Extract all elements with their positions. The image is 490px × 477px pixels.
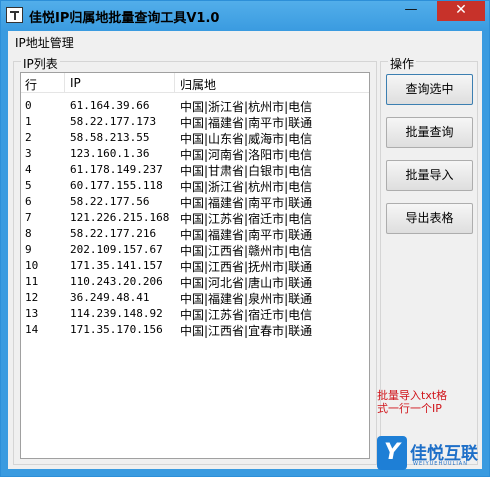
row-index: 8	[25, 227, 32, 240]
watermark-logo-icon: Y	[377, 436, 407, 470]
row-location: 中国|江西省|赣州市|电信	[180, 244, 313, 258]
row-location: 中国|江苏省|宿迁市|电信	[180, 212, 313, 226]
row-ip: 123.160.1.36	[70, 147, 150, 160]
table-row[interactable]: 4 61.178.149.237 中国|甘肃省|白银市|电信	[21, 162, 369, 178]
window-title: 佳悦IP归属地批量查询工具V1.0	[29, 11, 220, 26]
row-ip: 202.109.157.67	[70, 243, 163, 256]
table-row[interactable]: 3 123.160.1.36 中国|河南省|洛阳市|电信	[21, 146, 369, 162]
row-location: 中国|河南省|洛阳市|电信	[180, 148, 313, 162]
row-ip: 61.178.149.237	[70, 163, 163, 176]
table-row[interactable]: 13 114.239.148.92 中国|江苏省|宿迁市|电信	[21, 306, 369, 322]
column-header-row[interactable]: 行	[25, 76, 37, 93]
row-location: 中国|福建省|南平市|联通	[180, 116, 313, 130]
title-bar[interactable]: 佳悦IP归属地批量查询工具V1.0 — ✕	[1, 1, 489, 31]
ip-list-legend: IP列表	[21, 55, 60, 72]
row-location: 中国|甘肃省|白银市|电信	[180, 164, 313, 178]
column-header-location[interactable]: 归属地	[180, 76, 216, 93]
app-icon	[6, 7, 23, 23]
row-location: 中国|江苏省|宿迁市|电信	[180, 308, 313, 322]
table-row[interactable]: 7 121.226.215.168 中国|江苏省|宿迁市|电信	[21, 210, 369, 226]
row-index: 3	[25, 147, 32, 160]
row-ip: 58.22.177.56	[70, 195, 150, 208]
row-ip: 121.226.215.168	[70, 211, 170, 224]
operations-legend: 操作	[388, 55, 417, 72]
header-divider[interactable]	[174, 73, 175, 93]
list-rows: 0 61.164.39.66 中国|浙江省|杭州市|电信 1 58.22.177.173…	[21, 98, 369, 338]
table-row[interactable]: 0 61.164.39.66 中国|浙江省|杭州市|电信	[21, 98, 369, 114]
row-location: 中国|福建省|南平市|联通	[180, 228, 313, 242]
row-ip: 58.58.213.55	[70, 131, 150, 144]
row-index: 5	[25, 179, 32, 192]
table-row[interactable]: 1 58.22.177.173 中国|福建省|南平市|联通	[21, 114, 369, 130]
row-ip: 60.177.155.118	[70, 179, 163, 192]
row-index: 0	[25, 99, 32, 112]
column-header-ip[interactable]: IP	[70, 76, 81, 90]
row-location: 中国|山东省|威海市|电信	[180, 132, 313, 146]
menu-bar: IP地址管理	[8, 31, 482, 51]
batch-import-button[interactable]: 批量导入	[386, 160, 473, 191]
row-location: 中国|江西省|抚州市|联通	[180, 260, 313, 274]
row-index: 6	[25, 195, 32, 208]
app-window: 佳悦IP归属地批量查询工具V1.0 — ✕ IP地址管理 IP列表 行 IP 归…	[0, 0, 490, 477]
row-index: 1	[25, 115, 32, 128]
row-index: 10	[25, 259, 39, 272]
row-location: 中国|江西省|宜春市|联通	[180, 324, 313, 338]
watermark-subtitle: WEIYUEHUULIAN	[413, 461, 468, 467]
row-ip: 36.249.48.41	[70, 291, 150, 304]
table-row[interactable]: 8 58.22.177.216 中国|福建省|南平市|联通	[21, 226, 369, 242]
import-hint: 批量导入txt格 式一行一个IP	[377, 389, 473, 415]
row-location: 中国|福建省|泉州市|联通	[180, 292, 313, 306]
close-button[interactable]: ✕	[437, 1, 485, 21]
row-index: 9	[25, 243, 32, 256]
minimize-button[interactable]: —	[398, 1, 424, 21]
row-index: 11	[25, 275, 39, 288]
row-ip: 58.22.177.216	[70, 227, 157, 240]
batch-query-button[interactable]: 批量查询	[386, 117, 473, 148]
list-header: 行 IP 归属地	[21, 73, 369, 93]
import-hint-line2: 式一行一个IP	[377, 402, 442, 415]
ip-list-group: IP列表 行 IP 归属地 0 61.164.39.66 中国|浙江省|杭州市|电信…	[13, 55, 377, 465]
row-location: 中国|浙江省|杭州市|电信	[180, 180, 313, 194]
ip-listview[interactable]: 行 IP 归属地 0 61.164.39.66 中国|浙江省|杭州市|电信 1 58.2…	[20, 72, 370, 459]
header-divider[interactable]	[64, 73, 65, 93]
import-hint-line1: 批量导入txt格	[377, 389, 448, 402]
table-row[interactable]: 11 110.243.20.206 中国|河北省|唐山市|联通	[21, 274, 369, 290]
table-row[interactable]: 14 171.35.170.156 中国|江西省|宜春市|联通	[21, 322, 369, 338]
row-index: 13	[25, 307, 39, 320]
table-row[interactable]: 10 171.35.141.157 中国|江西省|抚州市|联通	[21, 258, 369, 274]
query-selected-button[interactable]: 查询选中	[386, 74, 473, 105]
row-ip: 171.35.141.157	[70, 259, 163, 272]
menu-ip-manage[interactable]: IP地址管理	[15, 34, 74, 51]
row-index: 7	[25, 211, 32, 224]
row-ip: 61.164.39.66	[70, 99, 150, 112]
table-row[interactable]: 12 36.249.48.41 中国|福建省|泉州市|联通	[21, 290, 369, 306]
row-index: 14	[25, 323, 39, 336]
row-ip: 110.243.20.206	[70, 275, 163, 288]
row-ip: 58.22.177.173	[70, 115, 157, 128]
table-row[interactable]: 6 58.22.177.56 中国|福建省|南平市|联通	[21, 194, 369, 210]
table-row[interactable]: 5 60.177.155.118 中国|浙江省|杭州市|电信	[21, 178, 369, 194]
row-location: 中国|河北省|唐山市|联通	[180, 276, 313, 290]
row-ip: 171.35.170.156	[70, 323, 163, 336]
row-index: 4	[25, 163, 32, 176]
watermark: Y 佳悦互联 WEIYUEHUULIAN	[377, 436, 487, 474]
table-row[interactable]: 2 58.58.213.55 中国|山东省|威海市|电信	[21, 130, 369, 146]
row-index: 2	[25, 131, 32, 144]
row-location: 中国|浙江省|杭州市|电信	[180, 100, 313, 114]
row-index: 12	[25, 291, 39, 304]
row-ip: 114.239.148.92	[70, 307, 163, 320]
row-location: 中国|福建省|南平市|联通	[180, 196, 313, 210]
table-row[interactable]: 9 202.109.157.67 中国|江西省|赣州市|电信	[21, 242, 369, 258]
export-table-button[interactable]: 导出表格	[386, 203, 473, 234]
